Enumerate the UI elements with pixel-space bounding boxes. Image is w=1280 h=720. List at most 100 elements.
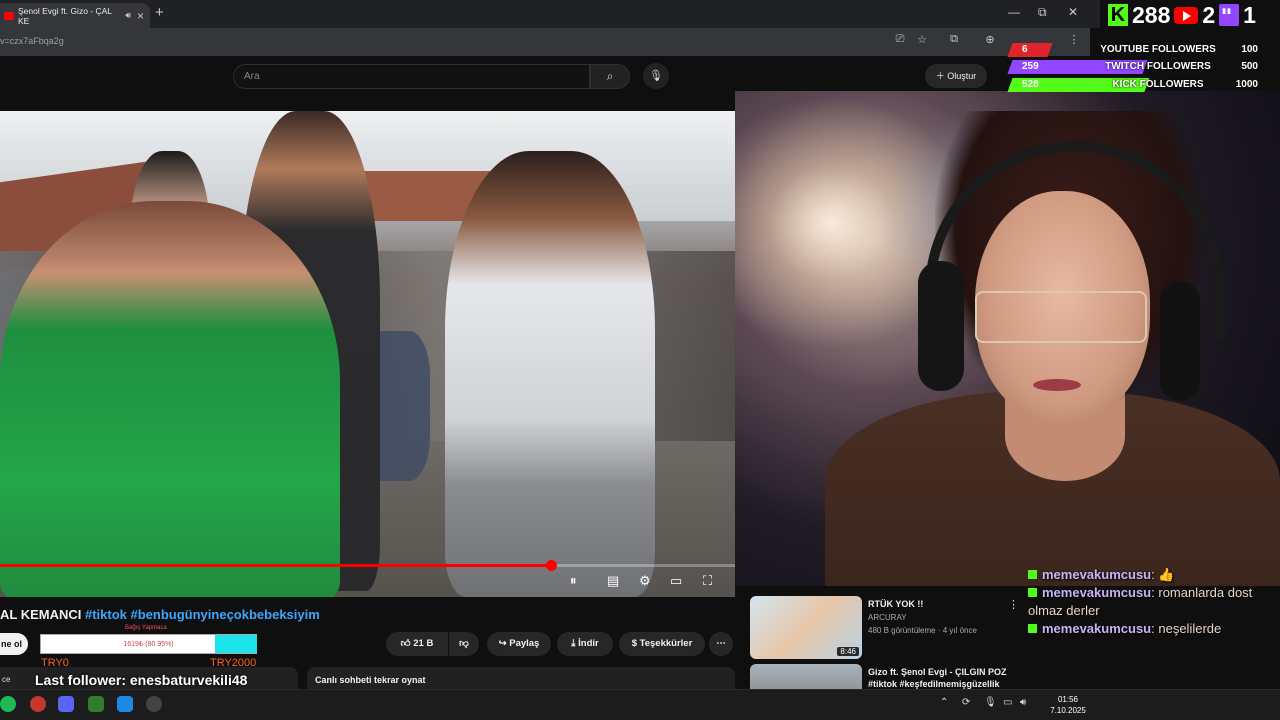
twitch-logo-icon	[1219, 4, 1240, 26]
download-label: İndir	[578, 638, 599, 649]
download-icon[interactable]: ⊕	[982, 33, 998, 49]
video-progress-fill	[0, 564, 551, 567]
close-window-button[interactable]: ✕	[1068, 5, 1078, 19]
chat-username: memevakumcusu	[1042, 567, 1152, 582]
search-input[interactable]: Ara	[233, 64, 590, 89]
video-duration: 8:46	[837, 647, 859, 656]
obs-icon[interactable]	[146, 696, 162, 712]
video-frame-violinist	[445, 151, 655, 597]
goal-kick-name: KICK FOLLOWERS	[1112, 79, 1204, 90]
chat-text: 👍	[1158, 567, 1175, 582]
goal-kick-max: 1000	[1235, 79, 1258, 90]
app-blue-icon[interactable]	[117, 696, 133, 712]
thanks-button[interactable]: $ Teşekkürler	[619, 632, 705, 656]
subscribe-button[interactable]: ne ol	[0, 633, 28, 655]
chat-username: memevakumcusu	[1042, 585, 1152, 600]
bookmark-star-icon[interactable]: ☆	[914, 33, 930, 49]
tray-app-icon[interactable]: ⟳	[962, 697, 970, 708]
more-actions-button[interactable]: ⋯	[709, 632, 733, 656]
video-title: AL KEMANCI #tiktok #benbugünyineçokbebek…	[0, 607, 320, 622]
recommended-title[interactable]: Gizo ft. Şenol Evgi - ÇILGIN POZ #tiktok…	[868, 666, 1018, 689]
kick-badge-icon	[1028, 570, 1037, 579]
video-thumbnail[interactable]	[750, 664, 862, 689]
kick-badge-icon	[1028, 588, 1037, 597]
theater-mode-icon[interactable]: ▭	[670, 573, 682, 589]
webcam-glasses	[975, 291, 1147, 343]
search-icon[interactable]: ⌕	[590, 64, 630, 89]
kick-count: 288	[1132, 1, 1171, 28]
maximize-button[interactable]: ⧉	[1038, 5, 1047, 20]
recommended-video[interactable]: 8:46 RTÜK YOK !! ARCURAY 480 B görüntüle…	[750, 596, 1030, 660]
recommended-meta: 480 B görüntüleme · 4 yıl önce	[868, 626, 977, 635]
twitch-count: 1	[1243, 1, 1256, 28]
speaker-icon[interactable]: 🔊︎	[125, 10, 131, 21]
browser-tab-bar	[0, 0, 1100, 28]
youtube-favicon-icon	[4, 11, 14, 20]
url-text[interactable]: v=czx7aFbqa2g	[0, 36, 64, 46]
close-tab-icon[interactable]: ×	[137, 9, 144, 23]
chat-text: neşelilerde	[1158, 621, 1222, 636]
tray-mic-icon[interactable]: 🎙︎	[984, 697, 997, 708]
microphone-icon[interactable]: 🎙︎	[643, 63, 669, 89]
video-thumbnail[interactable]: 8:46	[750, 596, 862, 659]
goal-youtube-current: 6	[1022, 44, 1028, 55]
youtube-count: 2	[1202, 1, 1216, 28]
kick-logo-icon: K	[1108, 4, 1128, 26]
extensions-icon[interactable]: ⧉	[946, 33, 962, 49]
spotify-icon[interactable]	[0, 696, 16, 712]
chat-username: memevakumcusu	[1042, 621, 1152, 636]
settings-gear-icon[interactable]: ⚙︎	[639, 573, 651, 589]
clock-date: 7.10.2025	[1050, 706, 1086, 715]
goal-youtube: 6 YOUTUBE FOLLOWERS 100	[1000, 42, 1280, 58]
last-follower-overlay: Last follower: enesbaturvekili48	[35, 672, 248, 688]
goal-kick: 528 KICK FOLLOWERS 1000	[1000, 77, 1280, 93]
goal-youtube-fill	[1007, 43, 1053, 57]
video-frame-dancer	[0, 201, 340, 597]
browser-tab[interactable]: Şenol Evgi ft. Gizo - ÇAL KE 🔊︎ ×	[0, 3, 150, 28]
chat-replay-bar[interactable]: Canlı sohbeti tekrar oynat	[307, 667, 735, 689]
cast-icon[interactable]: ⎚	[892, 33, 908, 49]
more-options-icon[interactable]: ⋮	[1008, 598, 1019, 611]
create-button[interactable]: ＋ Oluştur	[925, 64, 987, 88]
app-icon[interactable]	[30, 696, 46, 712]
goal-twitch-max: 500	[1241, 61, 1258, 72]
thumbs-down-icon: 👎︎	[459, 638, 469, 649]
clock-time: 01:56	[1057, 695, 1079, 704]
download-button[interactable]: ⤓ İndir	[557, 632, 613, 656]
dislike-button[interactable]: 👎︎	[449, 632, 479, 656]
video-player[interactable]	[0, 111, 735, 597]
recommended-title[interactable]: RTÜK YOK !!	[868, 598, 1008, 610]
subtitles-icon[interactable]: ▤	[607, 573, 619, 589]
new-tab-button[interactable]: +	[155, 4, 164, 21]
goal-twitch-current: 259	[1022, 61, 1039, 72]
discord-icon[interactable]	[58, 696, 74, 712]
headphones-left-cup	[918, 261, 964, 391]
video-title-hashtags[interactable]: #tiktok #benbugünyineçokbebeksiyim	[85, 607, 320, 622]
app-green-icon[interactable]	[88, 696, 104, 712]
donation-progress-text: 1619₺ (80.95%)	[123, 641, 174, 648]
kick-badge-icon	[1028, 624, 1037, 633]
autoplay-toggle-icon[interactable]: ⏸︎	[570, 573, 577, 589]
tray-volume-icon[interactable]: 🔊︎	[1020, 697, 1026, 708]
goal-twitch: 259 TWITCH FOLLOWERS 500	[1000, 59, 1280, 75]
donation-label: Bağış Yapmaca	[125, 625, 167, 631]
share-button[interactable]: ↪ Paylaş	[487, 632, 551, 656]
goal-youtube-max: 100	[1241, 44, 1258, 55]
goal-kick-current: 528	[1022, 79, 1039, 90]
webcam-feed	[735, 91, 1280, 586]
recommended-channel[interactable]: ARCURAY	[868, 613, 907, 622]
taskbar-clock[interactable]: 01:56 7.10.2025	[1040, 694, 1096, 716]
youtube-logo-icon	[1174, 6, 1199, 24]
follower-counts: K 288 2 1	[1108, 2, 1256, 28]
video-progress-handle[interactable]	[546, 560, 557, 571]
like-button[interactable]: 👍︎ 21 B	[386, 632, 448, 656]
tray-chevron-icon[interactable]: ⌃	[940, 697, 948, 708]
minimize-button[interactable]: —	[1008, 5, 1020, 19]
tray-network-icon[interactable]: ▭	[1003, 697, 1012, 708]
recommended-video[interactable]: Gizo ft. Şenol Evgi - ÇILGIN POZ #tiktok…	[750, 664, 1030, 689]
chat-message: memevakumcusu: romanlarda dost olmaz der…	[1028, 585, 1253, 618]
fullscreen-icon[interactable]: ⛶	[703, 573, 712, 589]
headphones-right-cup	[1160, 281, 1200, 401]
chat-message: memevakumcusu: neşelilerde	[1028, 620, 1278, 638]
tab-title: Şenol Evgi ft. Gizo - ÇAL KE	[18, 5, 112, 26]
